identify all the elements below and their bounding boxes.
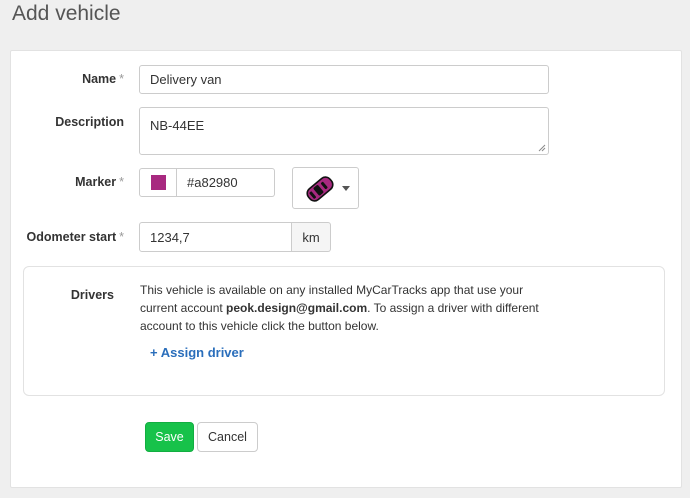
marker-label-text: Marker xyxy=(75,175,117,189)
cancel-button[interactable]: Cancel xyxy=(197,422,258,452)
description-textarea[interactable]: NB-44EE xyxy=(139,107,549,155)
odometer-input[interactable]: 1234,7 xyxy=(139,222,292,252)
description-label: Description xyxy=(11,115,124,129)
drivers-description: This vehicle is available on any install… xyxy=(140,281,550,335)
car-top-view-icon xyxy=(306,176,334,202)
name-label: Name * xyxy=(11,72,124,86)
description-label-text: Description xyxy=(55,115,124,129)
odometer-label-text: Odometer start xyxy=(26,230,117,244)
marker-color-value: #a82980 xyxy=(187,175,238,190)
odometer-unit: km xyxy=(302,229,320,245)
name-required-mark: * xyxy=(119,72,124,86)
marker-label: Marker * xyxy=(11,175,124,189)
chevron-down-icon xyxy=(342,186,350,191)
resize-grip-icon xyxy=(538,144,546,152)
drivers-label: Drivers xyxy=(12,288,114,302)
plus-icon: + xyxy=(150,345,158,360)
name-input-value: Delivery van xyxy=(150,72,222,87)
drivers-panel: Drivers This vehicle is available on any… xyxy=(23,266,665,396)
account-email: peok.design@gmail.com xyxy=(226,301,368,315)
odometer-unit-addon: km xyxy=(292,222,331,252)
assign-driver-link[interactable]: + Assign driver xyxy=(150,345,244,360)
description-textarea-value: NB-44EE xyxy=(150,118,205,133)
assign-driver-label: Assign driver xyxy=(160,345,244,360)
marker-required-mark: * xyxy=(119,175,124,189)
name-label-text: Name xyxy=(82,72,117,86)
save-button[interactable]: Save xyxy=(145,422,194,452)
marker-icon-dropdown[interactable] xyxy=(292,167,359,209)
page-title: Add vehicle xyxy=(12,2,121,25)
odometer-required-mark: * xyxy=(119,230,124,244)
vehicle-form-card: Name * Delivery van Description NB-44EE M… xyxy=(10,50,682,488)
color-picker-button[interactable] xyxy=(139,168,177,197)
color-swatch xyxy=(150,175,166,190)
odometer-input-value: 1234,7 xyxy=(150,229,190,245)
name-input[interactable]: Delivery van xyxy=(139,65,549,94)
drivers-label-text: Drivers xyxy=(70,288,114,302)
odometer-label: Odometer start * xyxy=(11,230,124,244)
marker-color-input[interactable]: #a82980 xyxy=(177,168,275,197)
